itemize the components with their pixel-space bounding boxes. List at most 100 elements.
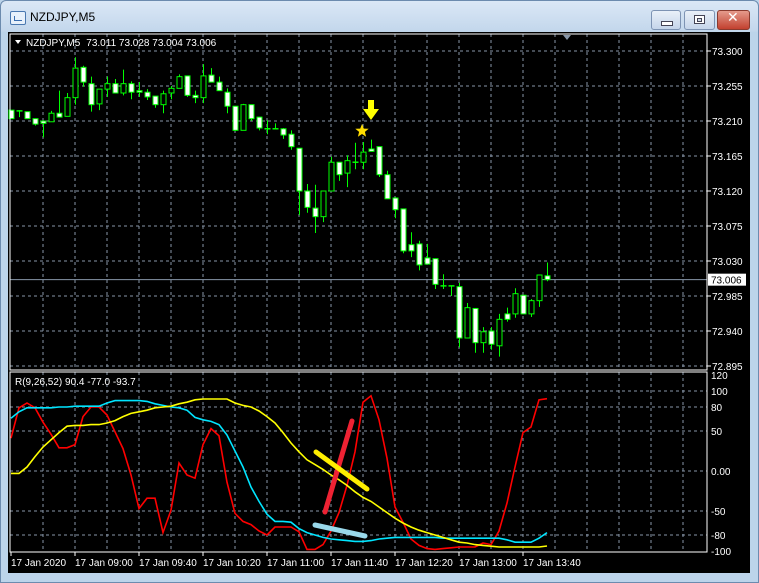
candle [136,82,143,97]
candle [456,282,463,348]
price-tick-label: 72.940 [712,327,743,338]
candle [192,90,199,104]
time-tick-label: 17 Jan 09:00 [75,558,133,569]
candle [376,146,383,177]
candle-body [256,116,263,129]
candle-body [392,197,399,211]
candle [504,307,511,322]
candle-body [56,112,63,118]
candle [384,170,391,200]
star-icon [355,124,369,137]
price-tick-label: 73.300 [712,47,743,58]
candle [112,79,119,94]
candle [304,184,311,213]
candle-body [504,313,511,320]
candle-body [80,66,87,83]
indicator-tick-label: 0.00 [711,467,731,478]
candle [512,288,519,318]
candle [104,76,111,97]
candle-body [320,190,327,218]
candle-body [400,208,407,252]
time-tick-label: 17 Jan 13:40 [523,558,581,569]
candle-body [464,307,471,339]
candle [16,110,23,118]
candle [48,110,55,123]
price-tick-label: 73.120 [712,187,743,198]
candle [416,240,423,271]
candle-body [120,83,127,94]
candle [40,120,47,138]
candle-body [360,151,367,163]
annotation-blue-trendline [312,522,368,539]
header-dropdown-icon[interactable] [15,40,21,44]
candle-body [336,161,343,176]
candle-body [296,147,303,192]
candle [464,303,471,339]
candle [88,76,95,112]
candle-body [480,331,487,344]
indicator-tick-label: -80 [711,531,726,542]
candle-body [384,174,391,200]
symbol-label: NZDJPY,M5 [26,38,81,49]
candle-body [328,161,335,192]
candle-body [408,244,415,252]
candle [64,93,71,117]
candle [264,120,271,135]
candle-body [224,91,231,107]
indicator-pane-border [9,371,708,553]
candle-body [128,83,135,93]
time-tick-label: 17 Jan 09:40 [139,558,197,569]
time-tick-label: 17 Jan 13:00 [459,558,517,569]
price-chart[interactable]: 73.300 73.255 73.210 73.165 73.120 73.075 73.0… [0,0,759,583]
sell-arrow-icon [363,100,379,120]
candle [232,105,239,132]
candle [392,197,399,219]
candle-body [240,104,247,131]
current-price-label: 73.006 [711,276,742,287]
price-tick-label: 73.165 [712,152,743,163]
indicator-tick-label: 80 [711,403,723,414]
candle-body [376,146,383,176]
candle-body [104,83,111,90]
candle-body [192,94,199,99]
price-tick-label: 73.210 [712,117,743,128]
candle [288,130,295,150]
candle-body [424,257,431,265]
time-tick-label: 17 Jan 11:40 [331,558,389,569]
candle-body [456,286,463,339]
candle-body [512,293,519,315]
price-tick-label: 72.985 [712,292,743,303]
candle-body [304,190,311,208]
candle-body [40,120,47,124]
candle-body [528,300,535,315]
candle [432,258,439,289]
candle-body [112,83,119,94]
candle-body [488,330,495,345]
candle-body [416,243,423,266]
price-tick-label: 73.030 [712,257,743,268]
candle-body [288,133,295,148]
time-tick-label: 17 Jan 12:20 [395,558,453,569]
candle-body [432,258,439,285]
candle [368,139,375,152]
price-header: NZDJPY,M5 73.011 73.028 73.004 73.006 [26,38,217,49]
candle [360,142,367,170]
candle [168,86,175,100]
candle [408,232,415,258]
candle-body [184,75,191,96]
candle-body [144,91,151,98]
candle-body [72,67,79,99]
candle-body [248,104,255,120]
candle [544,262,551,282]
candle-body [496,318,503,347]
indicator-header: R(9,26,52) 90.4 -77.0 -93.7 [15,377,136,388]
candle-body [88,83,95,106]
candle [248,104,255,121]
time-tick-label: 17 Jan 2020 [11,558,66,569]
candle [272,123,279,130]
candle-body [64,97,71,117]
candle [240,103,247,131]
indicator-yellow-line [11,398,548,548]
candle [72,57,79,105]
indicator-tick-label: 120 [711,371,728,382]
